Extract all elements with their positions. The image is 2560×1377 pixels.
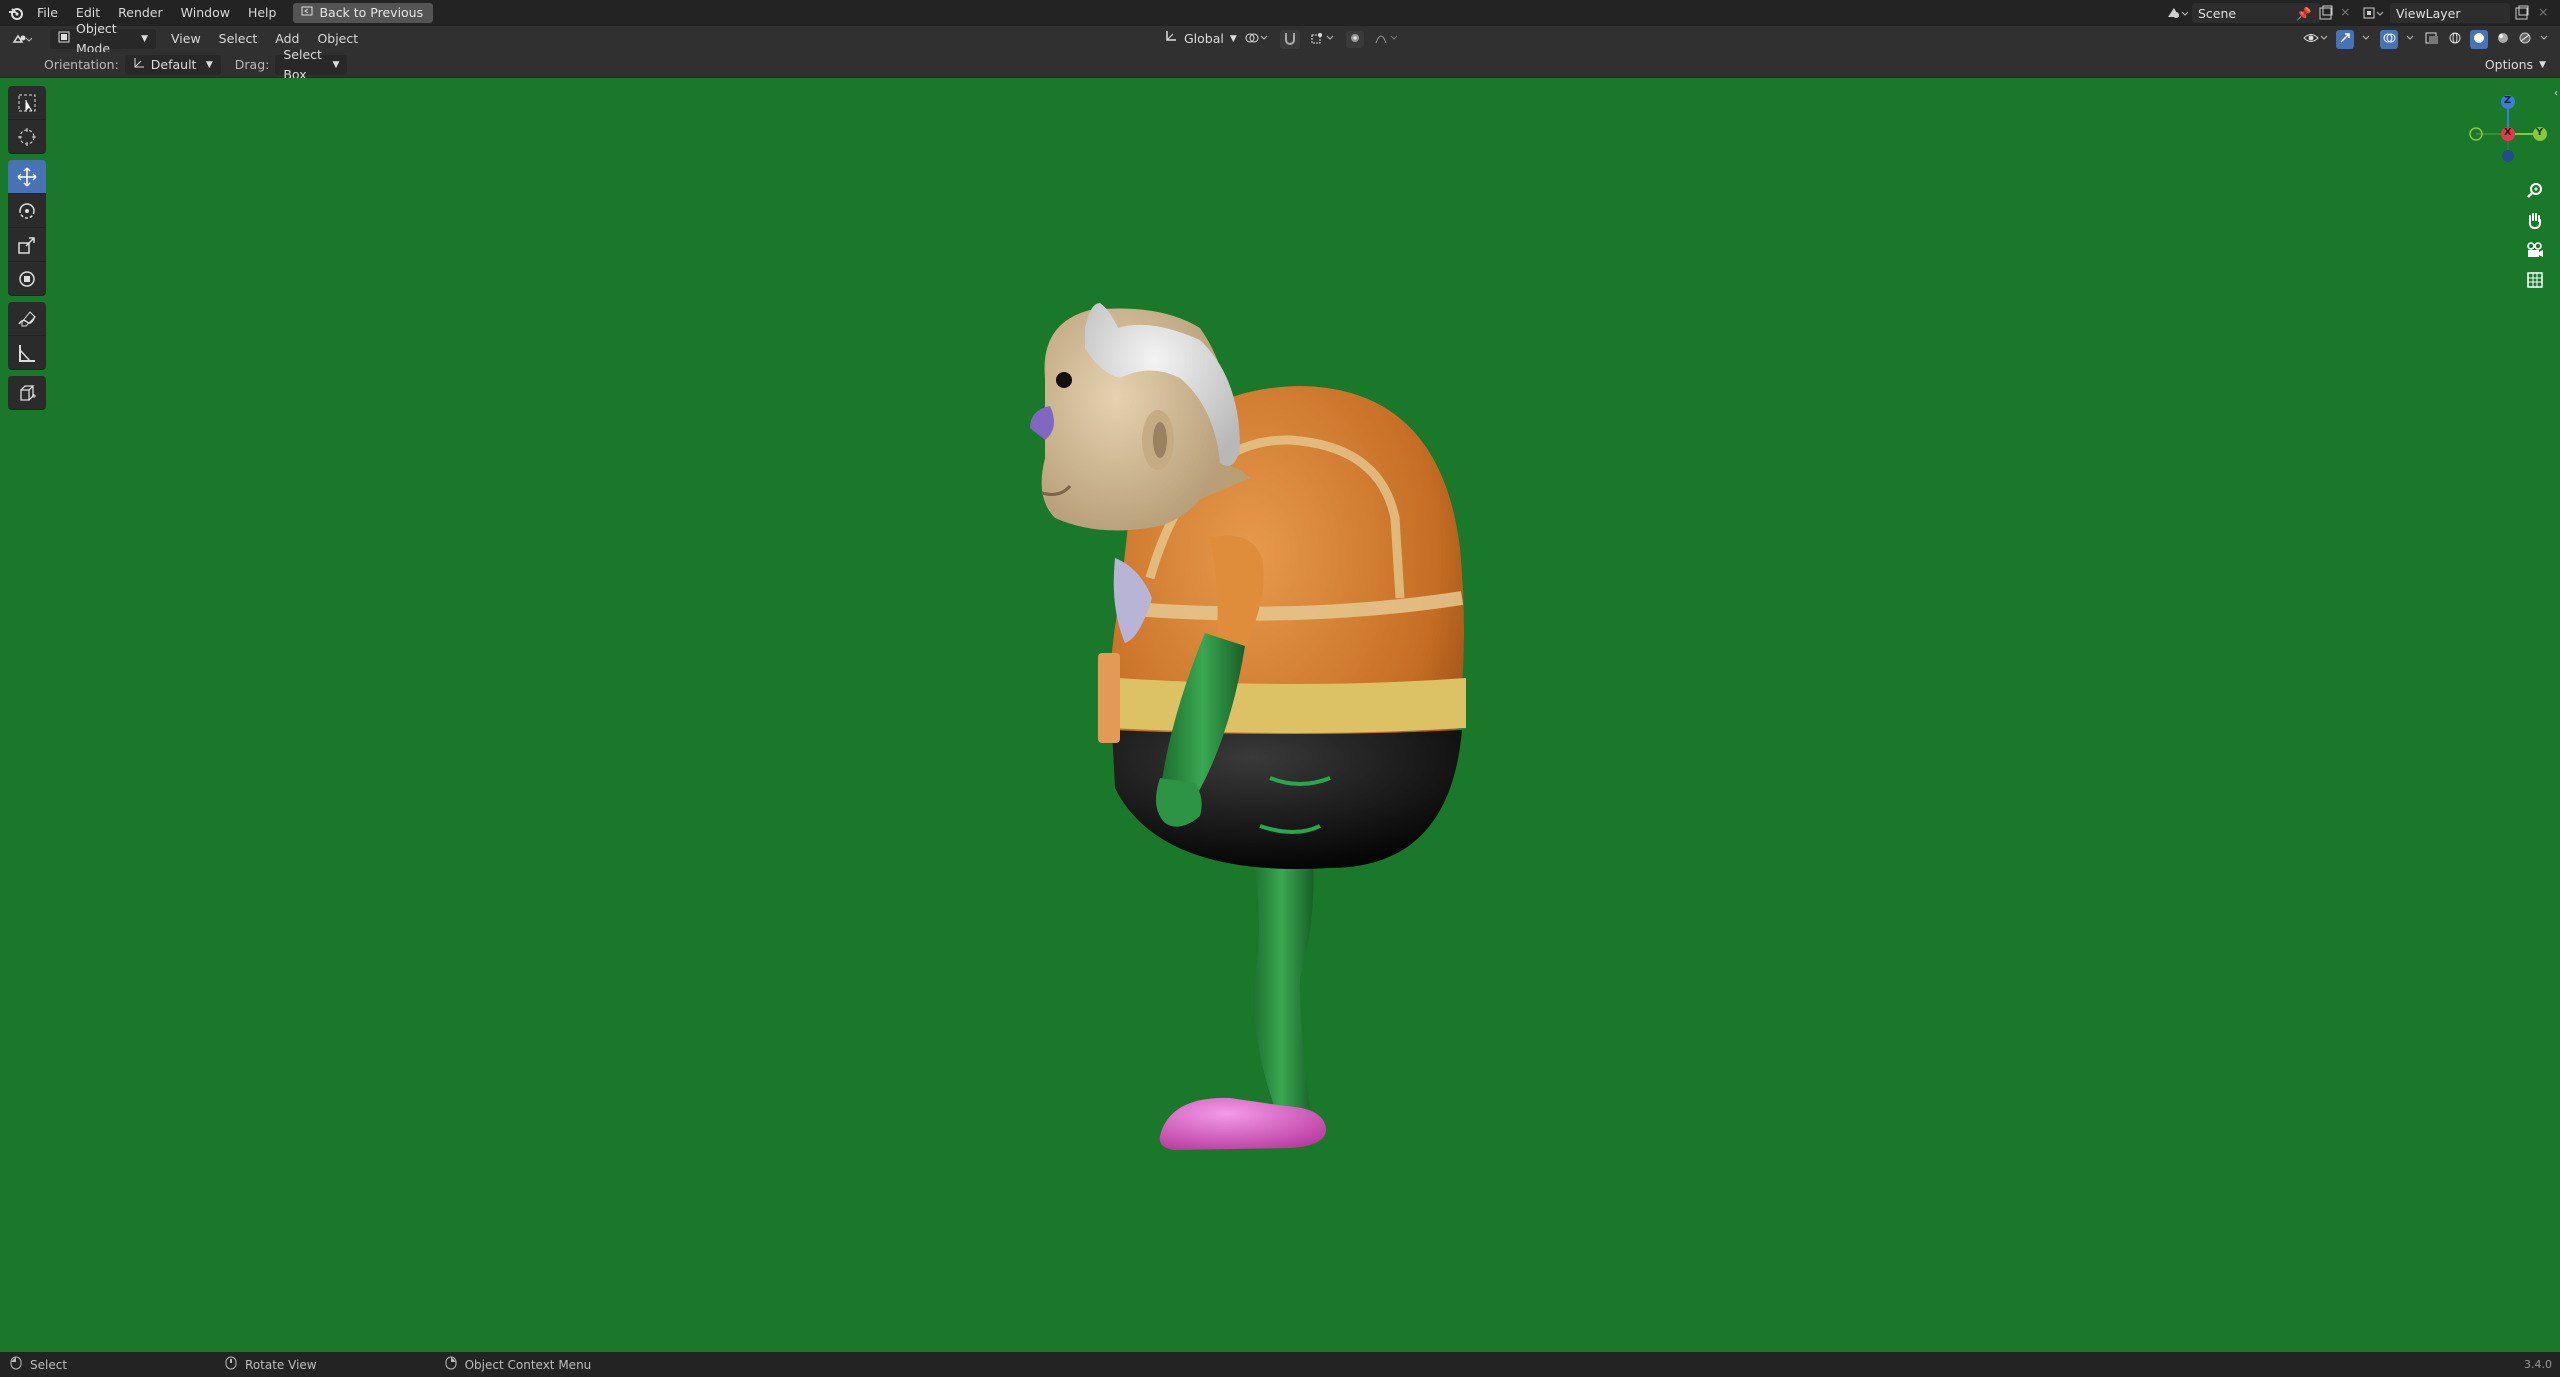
status-context-label: Object Context Menu [464,1357,592,1372]
shading-wireframe-icon[interactable] [2448,31,2462,48]
mouse-middle-icon [225,1356,237,1373]
chevron-down-icon: ▼ [141,34,148,44]
shading-rendered-icon[interactable] [2518,31,2532,48]
falloff-icon[interactable] [1374,31,1400,48]
status-bar: Select Rotate View Object Context Menu 3… [0,1352,2560,1377]
orientation-label: Orientation: [44,57,119,72]
editor-type-icon[interactable] [12,32,40,46]
snap-target-icon[interactable] [1310,31,1336,48]
new-view-layer-icon[interactable] [2514,5,2530,24]
shading-dropdown-icon[interactable] [2540,31,2550,48]
orientation-axis-icon [1164,29,1178,49]
overlays-icon[interactable] [2380,30,2398,49]
status-select-label: Select [30,1357,68,1372]
proportional-editing-icon[interactable] [1346,30,1364,48]
character-model[interactable] [0,78,2560,1352]
menu-select[interactable]: Select [210,26,267,52]
gizmo-dropdown-icon[interactable] [2362,31,2372,48]
status-rotate-label: Rotate View [245,1357,317,1372]
menu-help[interactable]: Help [239,0,286,26]
close-view-layer-icon[interactable]: × [2538,4,2548,19]
view-layer-name: ViewLayer [2396,5,2461,21]
visibility-icon[interactable] [2302,30,2328,49]
status-rotate: Rotate View [225,1356,317,1373]
shading-material-icon[interactable] [2496,31,2510,48]
mode-dropdown[interactable]: Object Mode ▼ [50,21,156,56]
back-icon [301,3,313,23]
xray-icon[interactable] [2424,31,2440,48]
orientation-value: Default [150,56,197,72]
top-bar: File Edit Render Window Help Back to Pre… [0,0,2560,26]
3d-viewport[interactable]: Z Y X ‹ [0,78,2560,1352]
back-to-previous-button[interactable]: Back to Previous [293,3,434,23]
status-select: Select [10,1356,67,1373]
view-layer-icon[interactable] [2362,5,2384,24]
version-label: 3.4.0 [2524,1358,2552,1371]
snap-icon[interactable] [1280,29,1300,49]
view-layer-field[interactable]: ViewLayer [2390,3,2510,23]
new-scene-icon[interactable] [2318,5,2334,24]
orientation-axis-icon [133,55,145,75]
menu-window[interactable]: Window [172,0,239,26]
drag-label: Drag: [234,57,270,72]
pin-icon[interactable]: 📌 [2296,6,2312,22]
overlays-dropdown-icon[interactable] [2406,31,2416,48]
scene-name: Scene [2198,5,2237,21]
tool-settings-header: Orientation: Default ▼ Drag: Select Box … [0,47,2560,82]
chevron-down-icon: ▼ [2539,60,2546,70]
menu-file[interactable]: File [28,0,67,26]
options-dropdown[interactable]: Options ▼ [2477,55,2554,75]
orientation-dropdown[interactable]: Default ▼ [124,54,221,75]
drag-dropdown[interactable]: Select Box ▼ [275,47,348,82]
transform-controls: Global ▼ [1156,29,1400,49]
status-context: Object Context Menu [445,1356,592,1373]
chevron-down-icon: ▼ [1229,34,1237,44]
gizmo-toggle-icon[interactable] [2336,30,2354,49]
pivot-point-icon[interactable] [1244,31,1270,48]
chevron-down-icon: ▼ [332,59,340,70]
back-to-previous-label: Back to Previous [319,5,424,20]
object-mode-icon [58,29,70,49]
viewport-display-controls [2302,30,2550,49]
shading-solid-icon[interactable] [2470,30,2488,49]
close-scene-icon[interactable]: × [2340,4,2350,19]
mouse-right-icon [445,1356,457,1373]
options-label: Options [2484,57,2534,72]
chevron-down-icon: ▼ [205,59,213,70]
viewport-header: Object Mode ▼ View Select Add Object Glo… [0,21,2560,56]
character-body [1030,303,1466,1150]
menu-view[interactable]: View [162,26,210,52]
scene-icon[interactable] [2166,5,2189,24]
transform-orientation-dropdown[interactable]: Global ▼ [1156,29,1237,49]
transform-orientation-label: Global [1184,31,1224,46]
blender-logo-icon[interactable] [8,5,28,21]
mouse-left-icon [10,1356,22,1373]
